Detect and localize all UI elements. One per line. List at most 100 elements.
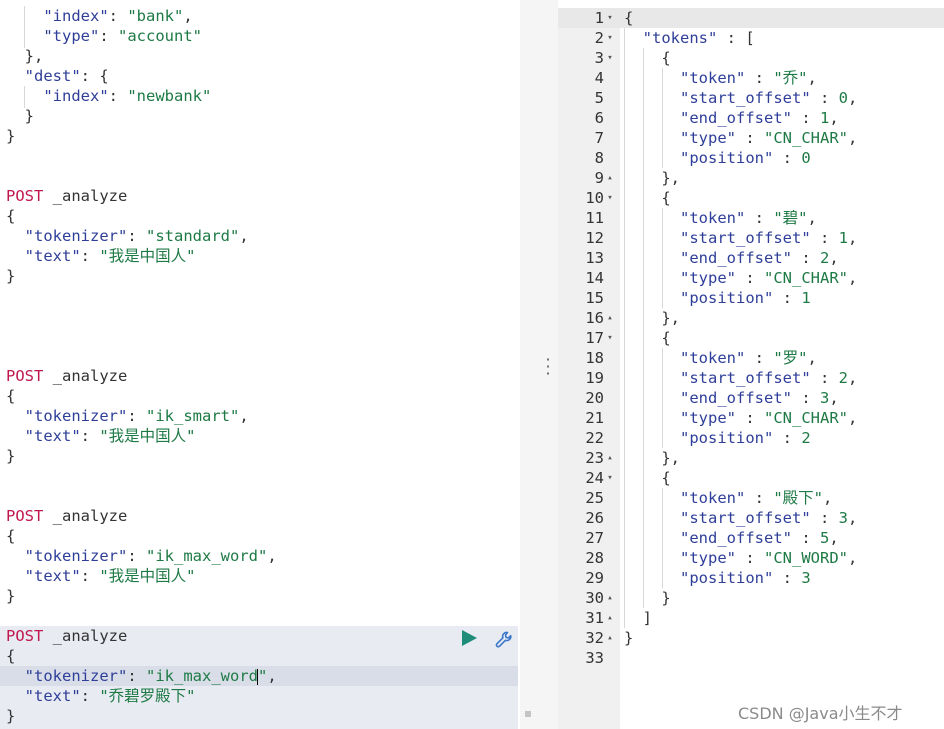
- response-token: 1: [819, 109, 830, 127]
- http-method: POST: [6, 507, 44, 525]
- fold-up-icon[interactable]: ▴: [604, 308, 616, 328]
- request-line[interactable]: POST _analyze: [6, 626, 127, 646]
- left-scrollbar[interactable]: [520, 0, 532, 729]
- line-number: 27: [558, 528, 620, 548]
- play-icon[interactable]: [462, 630, 477, 646]
- fold-down-icon[interactable]: ▾: [604, 188, 616, 208]
- response-line: },: [624, 448, 680, 468]
- line-number-text: 18: [585, 349, 604, 367]
- fold-down-icon[interactable]: ▾: [604, 328, 616, 348]
- request-line[interactable]: POST _analyze: [6, 506, 127, 526]
- request-line[interactable]: POST _analyze: [6, 366, 127, 386]
- response-token: ,: [848, 269, 858, 287]
- response-token: :: [745, 69, 774, 87]
- indent-guide: [643, 48, 644, 608]
- http-method: POST: [6, 627, 44, 645]
- code-line: "tokenizer": "ik_max_word",: [24, 547, 277, 565]
- fold-up-icon[interactable]: ▴: [604, 608, 616, 628]
- code-line[interactable]: "tokenizer": "ik_max_word",: [6, 666, 277, 686]
- line-number: 20: [558, 388, 620, 408]
- line-number-text: 25: [585, 489, 604, 507]
- code-line: "text": "乔碧罗殿下": [24, 687, 196, 705]
- response-line: "type" : "CN_CHAR",: [624, 408, 857, 428]
- response-token: "start_offset": [680, 89, 811, 107]
- code-line: "text": "我是中国人": [24, 247, 196, 265]
- line-number: 26: [558, 508, 620, 528]
- wrench-icon[interactable]: [494, 630, 514, 650]
- line-number-text: 14: [585, 269, 604, 287]
- response-token: :: [791, 249, 820, 267]
- response-token: :: [745, 209, 774, 227]
- line-number-text: 22: [585, 429, 604, 447]
- line-number: 31 ▴: [558, 608, 620, 628]
- response-token: ,: [848, 369, 858, 387]
- response-token: ,: [829, 249, 839, 267]
- response-token: :: [773, 149, 802, 167]
- line-number-text: 31: [585, 609, 604, 627]
- response-line: "position" : 1: [624, 288, 811, 308]
- response-token: ,: [848, 229, 858, 247]
- indent-guide: [662, 488, 663, 588]
- line-number: 23 ▴: [558, 448, 620, 468]
- response-token: :: [791, 109, 820, 127]
- fold-down-icon[interactable]: ▾: [604, 468, 616, 488]
- response-line: {: [624, 468, 670, 488]
- response-token: }: [624, 629, 634, 647]
- response-token: "token": [680, 209, 746, 227]
- response-token: "CN_CHAR": [764, 409, 848, 427]
- line-number: 11: [558, 208, 620, 228]
- line-number: 19: [558, 368, 620, 388]
- line-number-text: 33: [585, 649, 604, 667]
- line-number-text: 13: [585, 249, 604, 267]
- line-number-text: 26: [585, 509, 604, 527]
- response-line: {: [624, 48, 671, 68]
- fold-up-icon[interactable]: ▴: [604, 168, 616, 188]
- line-number: 25: [558, 488, 620, 508]
- line-number: 33: [558, 648, 620, 668]
- response-token: :: [736, 409, 764, 427]
- response-token: {: [661, 49, 671, 67]
- response-line: {: [624, 328, 670, 348]
- response-token: :: [773, 569, 802, 587]
- response-token: 2: [838, 369, 848, 387]
- response-token: }: [661, 589, 671, 607]
- line-number: 8: [558, 148, 620, 168]
- line-number-text: 19: [585, 369, 604, 387]
- line-number: 10 ▾: [558, 188, 620, 208]
- response-token: "CN_WORD": [764, 549, 848, 567]
- code-line: }: [6, 707, 16, 725]
- line-number: 29: [558, 568, 620, 588]
- fold-up-icon[interactable]: ▴: [604, 448, 616, 468]
- line-number: 2 ▾: [558, 28, 620, 48]
- response-token: ,: [848, 549, 858, 567]
- response-token: "type": [680, 409, 736, 427]
- fold-up-icon[interactable]: ▴: [604, 588, 616, 608]
- request-editor[interactable]: "index": "bank", "type": "account" }, "d…: [0, 0, 532, 729]
- fold-down-icon[interactable]: ▾: [604, 8, 616, 28]
- response-token: :: [810, 509, 839, 527]
- response-line: }: [624, 588, 671, 608]
- drag-handle-icon[interactable]: · · ·: [542, 352, 554, 382]
- http-method: POST: [6, 187, 44, 205]
- response-line: {: [624, 8, 633, 28]
- code-line: }: [6, 127, 16, 145]
- response-line: "type" : "CN_CHAR",: [624, 128, 857, 148]
- response-token: "end_offset": [680, 249, 792, 267]
- code-line: "tokenizer": "ik_smart",: [24, 407, 249, 425]
- line-number-text: 1: [594, 9, 604, 27]
- response-line: "type" : "CN_CHAR",: [624, 268, 857, 288]
- line-number-text: 30: [585, 589, 604, 607]
- response-token: : [: [717, 29, 755, 47]
- response-token: "token": [680, 69, 746, 87]
- code-line: {: [6, 387, 16, 405]
- fold-down-icon[interactable]: ▾: [604, 28, 616, 48]
- request-line[interactable]: POST _analyze: [6, 186, 127, 206]
- response-line: "token" : "罗",: [624, 348, 817, 368]
- fold-up-icon[interactable]: ▴: [604, 628, 616, 648]
- response-token: :: [745, 489, 774, 507]
- code-line: {: [6, 207, 16, 225]
- scrollbar-thumb[interactable]: [525, 711, 531, 717]
- fold-down-icon[interactable]: ▾: [604, 48, 616, 68]
- line-number-text: 3: [594, 49, 604, 67]
- response-token: ]: [642, 609, 653, 627]
